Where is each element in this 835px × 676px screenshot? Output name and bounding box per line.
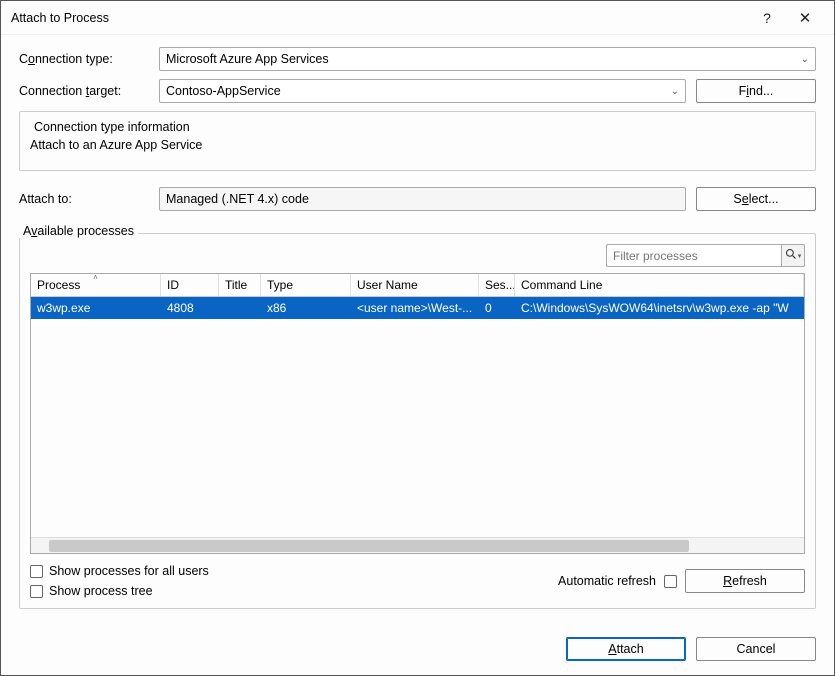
close-button[interactable]: ✕ [786,9,824,27]
col-command-line[interactable]: Command Line [515,274,804,296]
connection-target-label: Connection target: [19,84,159,98]
table-header: ˄Process ID Title Type User Name Ses... … [31,274,804,297]
cell-cmd: C:\Windows\SysWOW64\inetsrv\w3wp.exe -ap… [515,297,804,319]
search-button[interactable]: ▾ [781,244,805,267]
table-row[interactable]: w3wp.exe 4808 x86 <user name>\West-... 0… [31,297,804,319]
connection-type-value: Microsoft Azure App Services [166,52,329,66]
connection-type-info-title: Connection type information [30,120,194,134]
chevron-down-icon: ⌄ [801,54,809,65]
automatic-refresh-checkbox[interactable] [664,575,677,588]
col-session[interactable]: Ses... [479,274,515,296]
dropdown-caret-icon: ▾ [798,252,802,260]
window-title: Attach to Process [11,11,748,25]
connection-type-row: Connection type: Microsoft Azure App Ser… [19,47,816,71]
show-process-tree-label: Show process tree [49,584,153,598]
cell-title [219,297,261,319]
attach-to-field: Managed (.NET 4.x) code [159,187,686,211]
connection-type-combo[interactable]: Microsoft Azure App Services ⌄ [159,47,816,71]
connection-target-combo[interactable]: Contoso-AppService ⌄ [159,79,686,103]
cell-process: w3wp.exe [31,297,161,319]
help-button[interactable]: ? [748,10,786,26]
cancel-button[interactable]: Cancel [696,637,816,661]
show-all-users-label: Show processes for all users [49,564,209,578]
filter-processes-input[interactable] [606,244,781,267]
scrollbar-thumb[interactable] [49,540,689,552]
connection-target-value: Contoso-AppService [166,84,281,98]
attach-to-row: Attach to: Managed (.NET 4.x) code Selec… [19,187,816,211]
checkbox-icon [664,575,677,588]
chevron-down-icon: ⌄ [671,86,679,97]
available-processes-group: ▾ ˄Process ID Title Type User Name Ses..… [19,233,816,609]
col-user-name[interactable]: User Name [351,274,479,296]
processes-table: ˄Process ID Title Type User Name Ses... … [30,273,805,554]
attach-to-process-dialog: Attach to Process ? ✕ Connection type: M… [0,0,835,676]
dialog-footer: Attach Cancel [1,623,834,675]
attach-button[interactable]: Attach [566,637,686,661]
show-process-tree-checkbox[interactable]: Show process tree [30,584,209,598]
cell-id: 4808 [161,297,219,319]
cell-user: <user name>\West-... [351,297,479,319]
titlebar: Attach to Process ? ✕ [1,1,834,35]
search-icon [785,248,797,263]
sort-asc-icon: ˄ [93,274,98,282]
dialog-body: Connection type: Microsoft Azure App Ser… [1,35,834,623]
refresh-button[interactable]: Refresh [685,569,805,593]
col-id[interactable]: ID [161,274,219,296]
attach-to-value: Managed (.NET 4.x) code [166,192,309,206]
checkbox-icon [30,565,43,578]
available-processes-label: Available processes [19,224,138,238]
connection-type-info-body: Attach to an Azure App Service [30,138,805,152]
connection-type-info-group: Connection type information Attach to an… [19,111,816,171]
horizontal-scrollbar[interactable] [31,537,804,553]
connection-type-label: Connection type: [19,52,159,66]
col-type[interactable]: Type [261,274,351,296]
select-button[interactable]: Select... [696,187,816,211]
cell-type: x86 [261,297,351,319]
show-all-users-checkbox[interactable]: Show processes for all users [30,564,209,578]
connection-target-row: Connection target: Contoso-AppService ⌄ … [19,79,816,103]
cell-session: 0 [479,297,515,319]
find-button[interactable]: Find... [696,79,816,103]
col-process[interactable]: ˄Process [31,274,161,296]
automatic-refresh-label: Automatic refresh [558,574,656,588]
attach-to-label: Attach to: [19,192,159,206]
col-title[interactable]: Title [219,274,261,296]
checkbox-icon [30,585,43,598]
